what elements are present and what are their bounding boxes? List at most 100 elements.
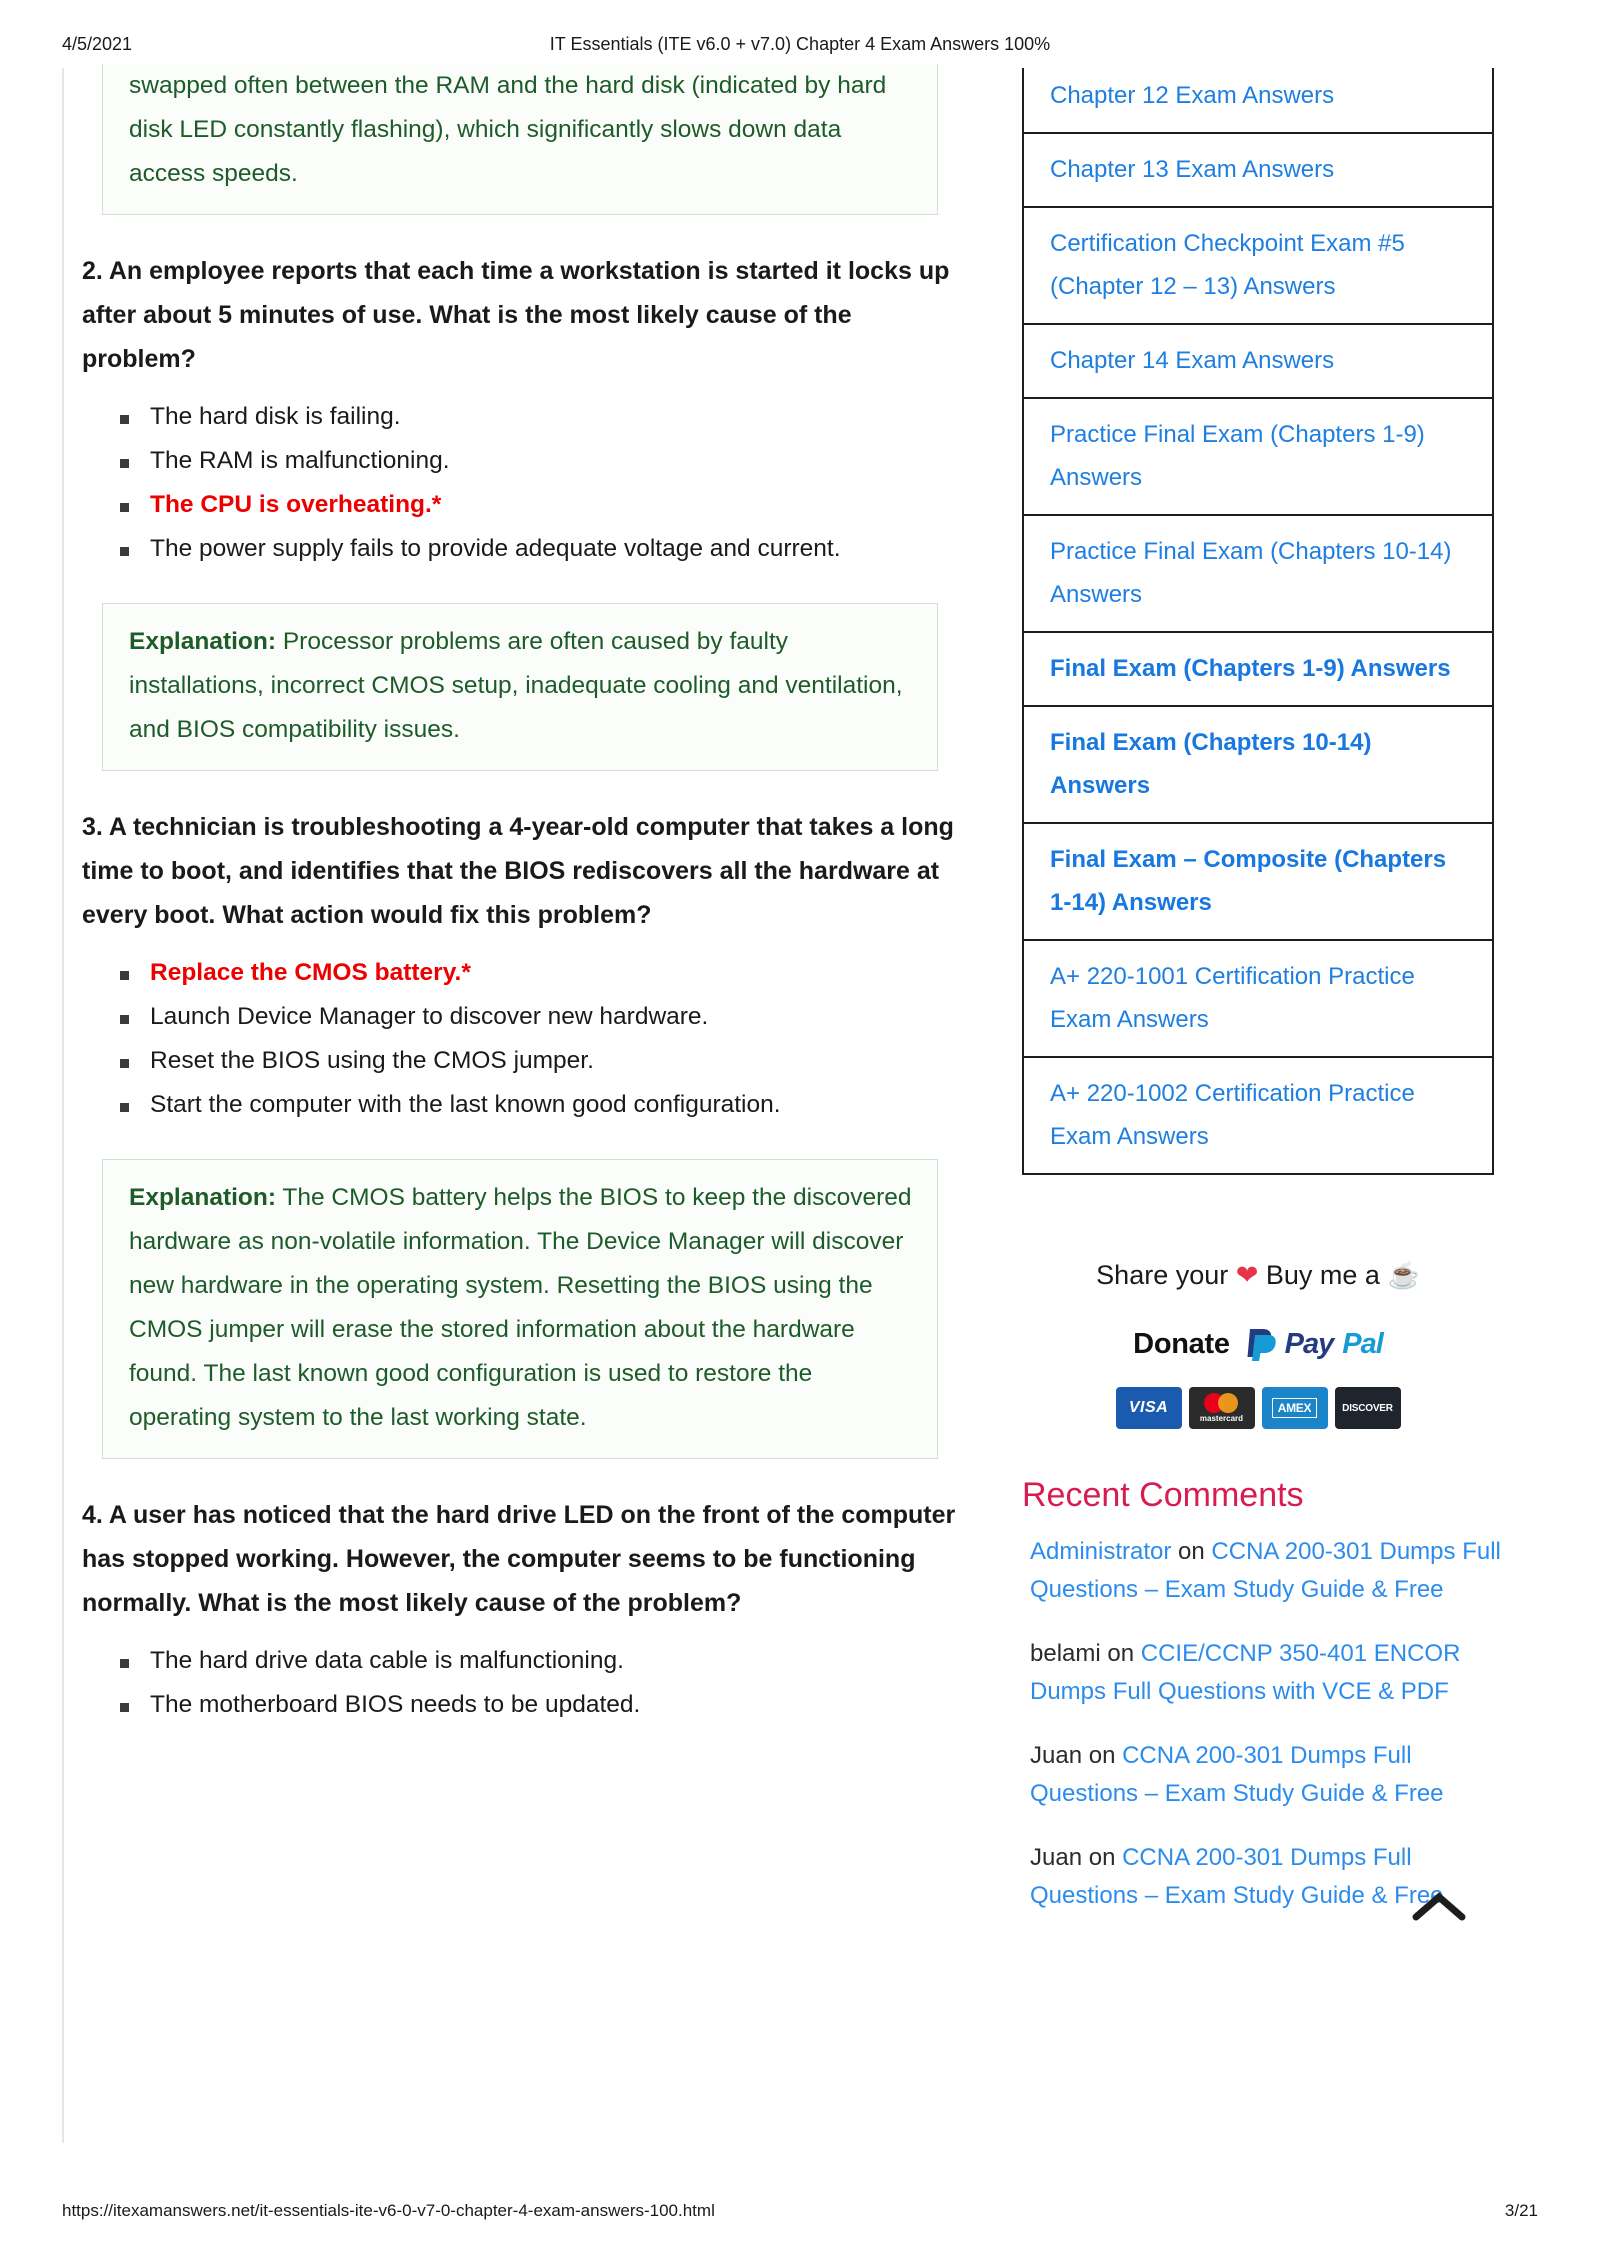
choice-item-correct[interactable]: The CPU is overheating.* — [82, 483, 982, 527]
paypal-pal-text: Pal — [1342, 1327, 1384, 1360]
comment-item: belami on CCIE/CCNP 350-401 ENCOR Dumps … — [1022, 1635, 1502, 1711]
choice-item[interactable]: The hard disk is failing. — [82, 395, 982, 439]
visa-card-icon: VISA — [1115, 1387, 1182, 1429]
bullet-square-icon — [120, 1059, 129, 1068]
mastercard-label: mastercard — [1199, 1414, 1244, 1423]
comment-author-link[interactable]: Administrator — [1030, 1538, 1171, 1565]
paypal-pay-text: Pay — [1284, 1327, 1335, 1360]
sidebar-item-chapter-12[interactable]: Chapter 12 Exam Answers — [1024, 68, 1492, 134]
sidebar-item-chapter-13[interactable]: Chapter 13 Exam Answers — [1024, 134, 1492, 208]
comment-on-text: on — [1171, 1538, 1212, 1565]
sidebar-item-label: A+ 220-1002 Certification Practice Exam … — [1050, 1080, 1415, 1150]
share-prefix: Share your — [1096, 1260, 1236, 1290]
comment-author: Juan — [1030, 1742, 1083, 1769]
explanation-body: The CMOS battery helps the BIOS to keep … — [129, 1184, 912, 1431]
share-line: Share your ❤ Buy me a ☕ — [1022, 1255, 1494, 1295]
choice-item-correct[interactable]: Replace the CMOS battery.* — [82, 951, 982, 995]
choice-item[interactable]: Start the computer with the last known g… — [82, 1083, 982, 1127]
choice-label: Launch Device Manager to discover new ha… — [150, 1003, 709, 1030]
comment-item: Juan on CCNA 200-301 Dumps Full Question… — [1022, 1737, 1502, 1813]
sidebar-item-label: Practice Final Exam (Chapters 10-14) Ans… — [1050, 538, 1452, 608]
recent-comments-list: Administrator on CCNA 200-301 Dumps Full… — [1022, 1533, 1502, 1915]
explanation-label: Explanation: — [129, 628, 277, 655]
explanation-box-continued: swapped often between the RAM and the ha… — [102, 64, 938, 215]
sidebar-item-label: Final Exam – Composite (Chapters 1-14) A… — [1050, 846, 1447, 916]
bullet-square-icon — [120, 971, 129, 980]
sidebar-item-label: Practice Final Exam (Chapters 1-9) Answe… — [1050, 421, 1425, 491]
explanation-box-q3: Explanation: The CMOS battery helps the … — [102, 1159, 938, 1459]
explanation-paragraph: Explanation: The CMOS battery helps the … — [129, 1176, 915, 1440]
sidebar-item-chapter-14[interactable]: Chapter 14 Exam Answers — [1024, 325, 1492, 399]
sidebar-item-label: A+ 220-1001 Certification Practice Exam … — [1050, 963, 1415, 1033]
sidebar-item-final-exam-1-9[interactable]: Final Exam (Chapters 1-9) Answers — [1024, 633, 1492, 707]
print-source-url: https://itexamanswers.net/it-essentials-… — [62, 2201, 715, 2220]
sidebar-item-label: Final Exam (Chapters 1-9) Answers — [1050, 655, 1451, 682]
amex-card-icon: AMEX — [1261, 1387, 1328, 1429]
sidebar-item-aplus-220-1002[interactable]: A+ 220-1002 Certification Practice Exam … — [1024, 1058, 1492, 1173]
explanation-paragraph: Explanation: Processor problems are ofte… — [129, 620, 915, 752]
sidebar-item-label: Chapter 14 Exam Answers — [1050, 347, 1335, 374]
choice-item[interactable]: The motherboard BIOS needs to be updated… — [82, 1683, 982, 1727]
sidebar-item-aplus-220-1001[interactable]: A+ 220-1001 Certification Practice Exam … — [1024, 941, 1492, 1058]
choice-label: Reset the BIOS using the CMOS jumper. — [150, 1047, 594, 1074]
choice-item[interactable]: The power supply fails to provide adequa… — [82, 527, 982, 571]
choice-label: Start the computer with the last known g… — [150, 1091, 781, 1118]
bullet-square-icon — [120, 459, 129, 468]
page-frame: swapped often between the RAM and the ha… — [62, 64, 1552, 2148]
sidebar-item-practice-final-1-9[interactable]: Practice Final Exam (Chapters 1-9) Answe… — [1024, 399, 1492, 516]
sidebar-item-practice-final-10-14[interactable]: Practice Final Exam (Chapters 10-14) Ans… — [1024, 516, 1492, 633]
comment-author: belami — [1030, 1640, 1101, 1667]
question-2-text: 2. An employee reports that each time a … — [82, 257, 950, 373]
choice-label: The hard drive data cable is malfunction… — [150, 1647, 624, 1674]
accepted-cards-row: VISA mastercard AMEX DISCOVER — [1022, 1387, 1494, 1429]
sidebar-item-certification-checkpoint-5[interactable]: Certification Checkpoint Exam #5 (Chapte… — [1024, 208, 1492, 325]
question-4-text: 4. A user has noticed that the hard driv… — [82, 1501, 956, 1617]
mastercard-circles-icon — [1202, 1393, 1242, 1413]
explanation-box-q2: Explanation: Processor problems are ofte… — [102, 603, 938, 771]
print-page-title: IT Essentials (ITE v6.0 + v7.0) Chapter … — [549, 34, 1051, 54]
sidebar-item-final-exam-composite[interactable]: Final Exam – Composite (Chapters 1-14) A… — [1024, 824, 1492, 941]
donate-section: Share your ❤ Buy me a ☕ Donate Pay Pal VI… — [1022, 1255, 1494, 1429]
sidebar: Chapter 12 Exam Answers Chapter 13 Exam … — [1022, 68, 1502, 1921]
choice-label: Replace the CMOS battery.* — [150, 959, 471, 986]
bullet-square-icon — [120, 1703, 129, 1712]
choice-item[interactable]: The hard drive data cable is malfunction… — [82, 1639, 982, 1683]
article-column: swapped often between the RAM and the ha… — [82, 64, 982, 1727]
discover-card-icon: DISCOVER — [1334, 1387, 1401, 1429]
bullet-square-icon — [120, 547, 129, 556]
print-footer: https://itexamanswers.net/it-essentials-… — [0, 2201, 1600, 2225]
bullet-square-icon — [120, 1015, 129, 1024]
choice-label: The hard disk is failing. — [150, 403, 401, 430]
donate-button[interactable]: Donate Pay Pal — [1022, 1327, 1494, 1361]
choice-item[interactable]: The RAM is malfunctioning. — [82, 439, 982, 483]
choice-label: The CPU is overheating.* — [150, 491, 442, 518]
comment-author: Juan — [1030, 1844, 1083, 1871]
choice-label: The RAM is malfunctioning. — [150, 447, 450, 474]
bullet-square-icon — [120, 503, 129, 512]
comment-item: Administrator on CCNA 200-301 Dumps Full… — [1022, 1533, 1502, 1609]
print-page-number: 3/21 — [1504, 2201, 1538, 2220]
back-to-top-button[interactable] — [1410, 1887, 1468, 1927]
left-margin-rule — [62, 68, 64, 2143]
donate-label: Donate — [1133, 1327, 1230, 1360]
question-3-choices: Replace the CMOS battery.* Launch Device… — [82, 951, 982, 1127]
question-2-choices: The hard disk is failing. The RAM is mal… — [82, 395, 982, 571]
amex-label: AMEX — [1271, 1398, 1318, 1418]
paypal-logo: Pay Pal — [1246, 1327, 1384, 1361]
explanation-text: swapped often between the RAM and the ha… — [129, 72, 887, 187]
choice-item[interactable]: Reset the BIOS using the CMOS jumper. — [82, 1039, 982, 1083]
bullet-square-icon — [120, 415, 129, 424]
visa-label: VISA — [1128, 1399, 1169, 1416]
heart-icon: ❤ — [1235, 1260, 1259, 1290]
sidebar-item-label: Final Exam (Chapters 10-14) Answers — [1050, 729, 1372, 799]
choice-label: The motherboard BIOS needs to be updated… — [150, 1691, 641, 1718]
chevron-up-icon — [1412, 1892, 1466, 1921]
sidebar-item-final-exam-10-14[interactable]: Final Exam (Chapters 10-14) Answers — [1024, 707, 1492, 824]
recent-comments-heading: Recent Comments — [1022, 1476, 1304, 1514]
sidebar-item-label: Chapter 13 Exam Answers — [1050, 156, 1335, 183]
question-4-choices: The hard drive data cable is malfunction… — [82, 1639, 982, 1727]
choice-item[interactable]: Launch Device Manager to discover new ha… — [82, 995, 982, 1039]
choice-label: The power supply fails to provide adequa… — [150, 535, 841, 562]
sidebar-item-label: Chapter 12 Exam Answers — [1050, 82, 1335, 109]
sidebar-item-label: Certification Checkpoint Exam #5 (Chapte… — [1050, 230, 1405, 300]
